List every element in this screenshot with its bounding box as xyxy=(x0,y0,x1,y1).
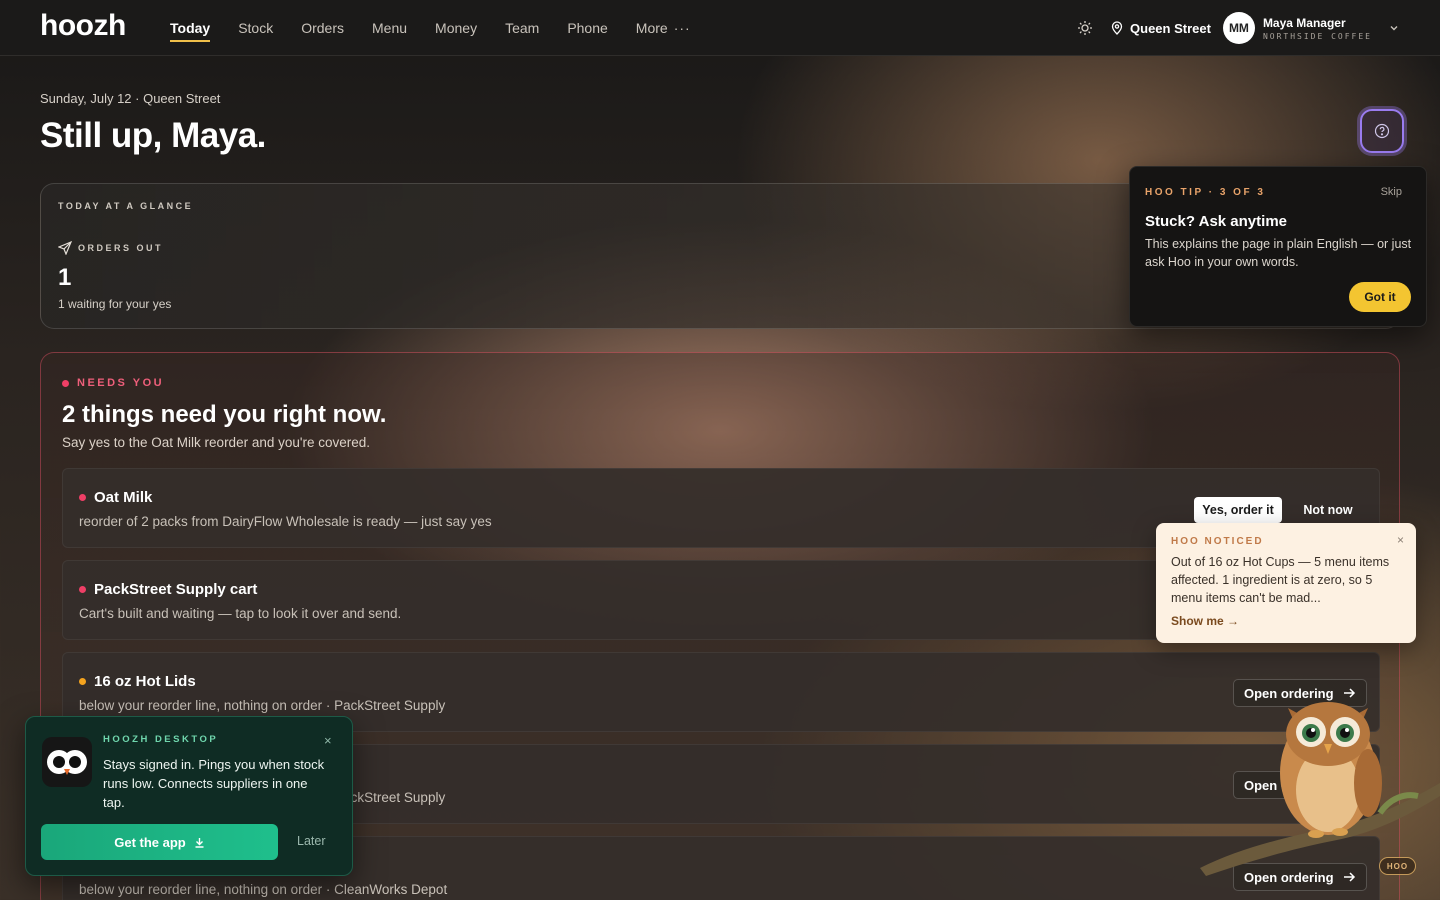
location-label: Queen Street xyxy=(1130,20,1211,36)
task-desc: Cart's built and waiting — tap to look i… xyxy=(79,606,402,621)
page-title: Still up, Maya. xyxy=(40,116,266,155)
tip-kicker: HOO TIP · 3 OF 3 xyxy=(1145,187,1266,198)
promo-kicker: HOOZH DESKTOP xyxy=(103,734,219,745)
avatar[interactable]: MM xyxy=(1222,12,1255,44)
owl-logo-icon xyxy=(42,737,92,787)
send-icon xyxy=(58,241,72,255)
top-nav: hoozh Today Stock Orders Menu Money Team… xyxy=(0,0,1440,56)
show-me-link[interactable]: Show me → xyxy=(1171,614,1239,628)
task-desc: reorder of 2 packs from DairyFlow Wholes… xyxy=(79,514,492,529)
task-title-text: 16 oz Hot Lids xyxy=(94,673,196,690)
user-name: Maya Manager xyxy=(1262,15,1346,30)
needs-kicker-text: NEEDS YOU xyxy=(77,377,165,389)
task-title: Oat Milk xyxy=(79,489,152,506)
nav-phone[interactable]: Phone xyxy=(567,0,607,56)
logo[interactable]: hoozh xyxy=(40,9,126,43)
download-icon xyxy=(195,837,204,848)
later-button[interactable]: Later xyxy=(297,834,326,848)
more-dots-icon: ··· xyxy=(673,20,691,36)
task-desc: below your reorder line, nothing on orde… xyxy=(79,698,446,713)
task-title: 16 oz Hot Lids xyxy=(79,673,196,690)
nav-stock[interactable]: Stock xyxy=(238,0,273,56)
not-now-button[interactable]: Not now xyxy=(1295,497,1361,523)
tip-body: This explains the page in plain English … xyxy=(1145,237,1412,269)
tip-title: Stuck? Ask anytime xyxy=(1145,213,1287,230)
nav-orders[interactable]: Orders xyxy=(301,0,344,56)
pin-icon xyxy=(1111,21,1123,35)
promo-body: Stays signed in. Pings you when stock ru… xyxy=(103,757,325,810)
warning-dot-icon xyxy=(79,678,86,685)
get-app-button[interactable]: Get the app xyxy=(41,824,278,860)
hoo-noticed-card: HOO NOTICED × Out of 16 oz Hot Cups — 5 … xyxy=(1156,523,1416,643)
alert-dot-icon xyxy=(79,586,86,593)
orders-out-text: ORDERS OUT xyxy=(78,243,164,253)
location-selector[interactable]: Queen Street xyxy=(1111,21,1211,36)
close-icon[interactable]: × xyxy=(324,733,332,748)
date-line: Sunday, July 12 · Queen Street xyxy=(40,91,221,106)
hoo-badge[interactable]: HOO xyxy=(1379,857,1416,875)
nav-money[interactable]: Money xyxy=(435,0,477,56)
chevron-down-icon[interactable] xyxy=(1388,22,1400,34)
needs-kicker: NEEDS YOU xyxy=(62,377,164,389)
desktop-app-promo: HOOZH DESKTOP × Stays signed in. Pings y… xyxy=(25,716,353,876)
tip-got-it-button[interactable]: Got it xyxy=(1349,282,1411,312)
nav-menu[interactable]: Menu xyxy=(372,0,407,56)
yes-order-button[interactable]: Yes, order it xyxy=(1194,497,1282,523)
nav-team[interactable]: Team xyxy=(505,0,539,56)
help-icon xyxy=(1374,123,1390,139)
noticed-body: Out of 16 oz Hot Cups — 5 menu items aff… xyxy=(1171,555,1390,605)
needs-subtitle: Say yes to the Oat Milk reorder and you'… xyxy=(62,435,370,450)
get-app-label: Get the app xyxy=(114,834,186,850)
owl-face-icon xyxy=(47,750,87,775)
task-title: PackStreet Supply cart xyxy=(79,581,257,598)
task-title-text: PackStreet Supply cart xyxy=(94,581,258,598)
tip-skip-button[interactable]: Skip xyxy=(1381,186,1402,198)
task-title-text: Oat Milk xyxy=(94,489,153,506)
user-block[interactable]: Maya Manager NORTHSIDE COFFEE xyxy=(1263,16,1372,41)
needs-title: 2 things need you right now. xyxy=(62,401,387,428)
nav-right: Queen Street MM Maya Manager NORTHSIDE C… xyxy=(1077,0,1400,56)
main-nav: Today Stock Orders Menu Money Team Phone… xyxy=(170,0,719,56)
glance-kicker: TODAY AT A GLANCE xyxy=(58,201,194,211)
user-org: NORTHSIDE COFFEE xyxy=(1262,31,1372,41)
task-desc: below your reorder line, nothing on orde… xyxy=(79,882,448,897)
nav-more-label: More xyxy=(635,20,668,36)
help-button[interactable] xyxy=(1360,109,1404,153)
orders-out-label: ORDERS OUT xyxy=(58,241,163,255)
orders-out-sub: 1 waiting for your yes xyxy=(58,297,172,311)
close-icon[interactable]: × xyxy=(1397,533,1404,547)
nav-today[interactable]: Today xyxy=(170,0,211,56)
hoo-tip-popover: HOO TIP · 3 OF 3 Skip Stuck? Ask anytime… xyxy=(1129,166,1427,327)
noticed-kicker: HOO NOTICED xyxy=(1171,536,1264,547)
nav-more[interactable]: More ··· xyxy=(636,0,691,56)
orders-out-value[interactable]: 1 xyxy=(58,264,71,292)
alert-dot-icon xyxy=(62,379,69,387)
sun-icon[interactable] xyxy=(1077,20,1093,36)
alert-dot-icon xyxy=(79,494,86,501)
